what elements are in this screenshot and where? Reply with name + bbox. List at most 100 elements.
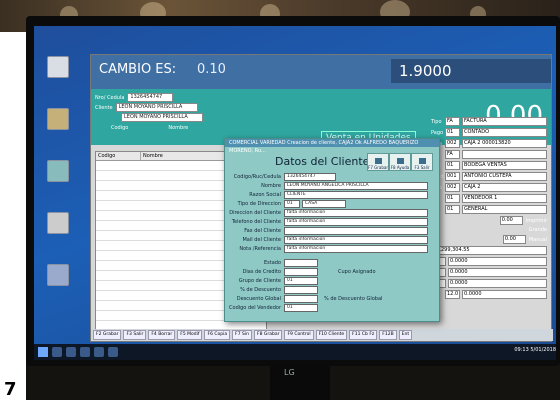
exit-button[interactable]: F3 Salir	[411, 153, 433, 171]
fkey-button[interactable]: F7 Sin	[232, 330, 252, 340]
col-codigo: Codigo	[96, 152, 141, 160]
panel-row: Pago 01 CONTADO	[431, 128, 547, 137]
opt-manual[interactable]: Manual	[529, 237, 547, 243]
search-icon[interactable]	[52, 347, 62, 357]
fkey-button[interactable]: F4 Borrar	[148, 330, 176, 340]
opt-grande[interactable]: Grande	[529, 227, 547, 233]
panel-row: FacFA	[431, 150, 547, 159]
field-desc-global: Descuento Global% de Descuento Global	[236, 295, 383, 303]
exchange-rate: 1.9000	[391, 59, 551, 83]
document-panel: TipoFAFACTURA Pago01CONTADO Caja002CAJA …	[431, 117, 547, 301]
total-line: 0.0000	[462, 290, 547, 299]
desktop-icon[interactable]	[38, 212, 78, 256]
cliente-input[interactable]: LEON MOYANO PRISCILLA	[115, 103, 198, 112]
field-dias: Dias de Credito Cupo Asignado	[242, 268, 376, 276]
windows-start-icon[interactable]	[38, 347, 48, 357]
panel-row: Lis01GENERAL	[431, 205, 547, 214]
vendedor-input[interactable]: 01	[284, 304, 318, 312]
panel-row: Caja002CAJA 2	[431, 183, 547, 192]
field-razon: Razon Social CLIENTE	[229, 191, 428, 199]
clock: 09:13	[514, 347, 531, 353]
desktop-icon[interactable]	[38, 264, 78, 308]
fax-input[interactable]	[284, 227, 428, 235]
cliente-label: Cliente	[95, 104, 113, 111]
field-tipo-dir: Tipo de Direccion 01 CASA	[229, 200, 346, 208]
telefono-input[interactable]: falta informacion	[284, 218, 428, 226]
field-vendedor: Codigo del Vendedor 01	[229, 304, 318, 312]
fkey-button[interactable]: F11 Cb Fz	[349, 330, 378, 340]
fkey-button[interactable]: F8 Grabar	[253, 330, 283, 340]
field-mail: Mail del Cliente falta informacion	[229, 236, 428, 244]
folder-icon[interactable]	[94, 347, 104, 357]
frame-digit: 7	[4, 379, 17, 400]
nombre-label: Nombre	[168, 125, 189, 131]
estado-input[interactable]	[284, 259, 318, 267]
tipo-dir-code[interactable]: 01	[284, 200, 300, 208]
total-line: 0.0000	[448, 268, 547, 277]
function-key-bar: F2 Grabar F3 Salir F4 Borrar F5 Modif F6…	[91, 329, 553, 341]
cupo-label: Cupo Asignado	[338, 269, 376, 275]
fkey-button[interactable]: F10 Cliente	[315, 330, 348, 340]
ref-input[interactable]: falta informacion	[284, 245, 428, 253]
total-line: 0.0000	[448, 279, 547, 288]
amount-2: 0.00	[502, 235, 526, 244]
panel-row: Tipo FA FACTURA	[431, 117, 547, 126]
monitor-logo: LG	[284, 368, 295, 377]
nombre-input[interactable]: LEON MOYANO ANGELICA PRISCILLA	[284, 182, 428, 190]
nro-input[interactable]: 1326454747	[127, 93, 174, 102]
desktop-icon[interactable]	[38, 56, 78, 100]
save-button[interactable]: F7 Grabar	[367, 153, 389, 171]
desktop-screen: CAMBIO ES: 0.10 1.9000 Nro/ Cedula 13264…	[34, 26, 556, 360]
iva-value: 12.0	[445, 290, 460, 299]
fkey-button[interactable]: F9 Control	[284, 330, 314, 340]
desktop-icon[interactable]	[38, 108, 78, 152]
fkey-button[interactable]: F12B	[379, 330, 397, 340]
pct-input[interactable]	[284, 286, 318, 294]
cliente-input-2[interactable]: LEON MOYANO PRISCILLA	[121, 113, 203, 122]
tipo-dir-value[interactable]: CASA	[302, 200, 346, 208]
desktop-icon[interactable]	[38, 160, 78, 204]
fkey-button[interactable]: F2 Grabar	[93, 330, 122, 340]
monitor-stand	[270, 366, 330, 400]
cambio-label: CAMBIO ES:	[99, 62, 177, 77]
direccion-input[interactable]: falta informacion	[284, 209, 428, 217]
fkey-button[interactable]: F3 Salir	[123, 330, 147, 340]
panel-row: Vdr01VENDEDOR 1	[431, 194, 547, 203]
fkey-button[interactable]: F6 Copia	[204, 330, 231, 340]
nro-label: Nro/ Cedula	[95, 94, 125, 101]
mail-input[interactable]: falta informacion	[284, 236, 428, 244]
field-nombre: Nombre LEON MOYANO ANGELICA PRISCILLA	[229, 182, 428, 190]
field-estado: Estado	[229, 259, 318, 267]
field-telefono: Telefono del Cliente falta informacion	[229, 218, 428, 226]
windows-taskbar: 09:13 5/01/2018	[34, 344, 556, 360]
cambio-value: 0.10	[197, 62, 226, 77]
razon-input[interactable]: CLIENTE	[284, 191, 428, 199]
field-codigo: Codigo/Ruc/Cedula 1326454747	[229, 173, 336, 181]
grupo-input[interactable]: 01	[284, 277, 318, 285]
save-icon	[374, 158, 382, 164]
app-icon[interactable]	[108, 347, 118, 357]
field-ref: Nota /Referencia falta informacion	[229, 245, 428, 253]
edge-icon[interactable]	[80, 347, 90, 357]
codigo-input[interactable]: 1326454747	[284, 173, 336, 181]
field-grupo: Grupo de Cliente 01	[229, 277, 318, 285]
dias-input[interactable]	[284, 268, 318, 276]
exit-icon	[418, 158, 426, 164]
client-dialog: COMERCIAL VARIEDAD Creacion de cliente, …	[224, 138, 440, 322]
amount-3: $9,299,304.55	[431, 246, 547, 255]
panel-row: Bod01BODEGA VENTAS	[431, 161, 547, 170]
fkey-button[interactable]: Ent	[398, 330, 413, 340]
dialog-title: Datos del Cliente	[275, 155, 370, 168]
dialog-titlebar: COMERCIAL VARIEDAD Creacion de cliente, …	[225, 139, 439, 154]
opt-imprimir[interactable]: Imprimir	[526, 218, 547, 224]
date: 5/01/2018	[530, 347, 556, 353]
system-tray[interactable]: 09:13 5/01/2018	[514, 347, 556, 353]
panel-row: Caja002CAJA 2 000013820	[431, 139, 547, 148]
task-view-icon[interactable]	[66, 347, 76, 357]
desc-global-input[interactable]	[284, 295, 318, 303]
panel-row: Vend001ANTONIO CUSTEPA	[431, 172, 547, 181]
fkey-button[interactable]: F5 Modif	[177, 330, 203, 340]
field-direccion: Direccion del Cliente falta informacion	[229, 209, 428, 217]
help-button[interactable]: F8 Ayuda	[389, 153, 411, 171]
pct-global-label: % de Descuento Global	[324, 296, 383, 302]
